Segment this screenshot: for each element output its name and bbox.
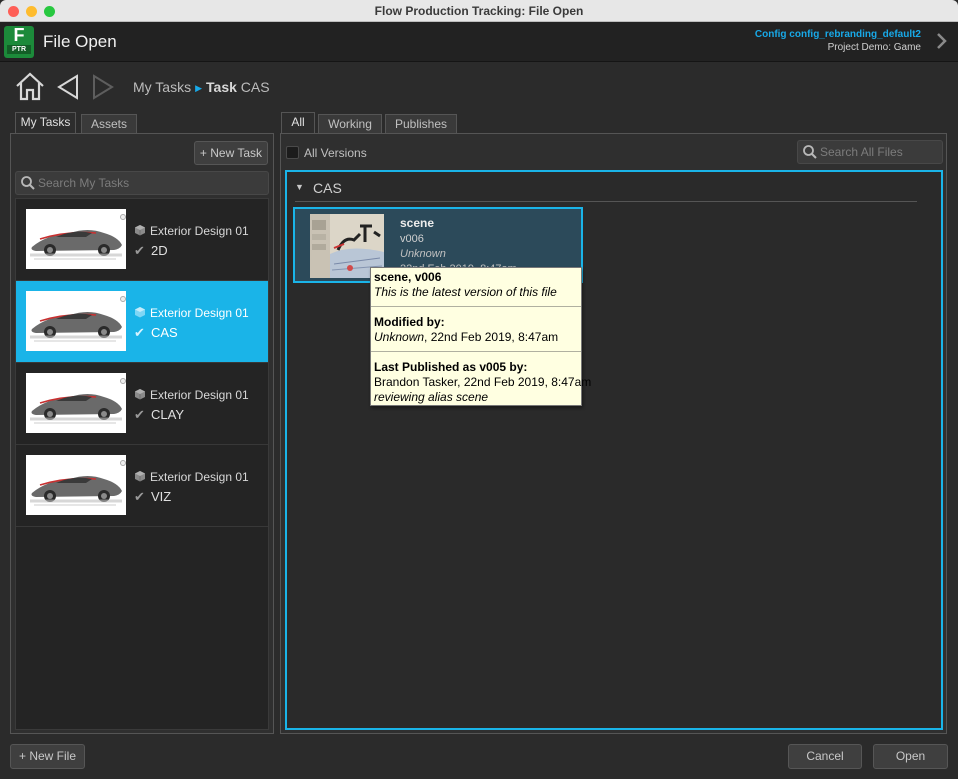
cube-icon [134,388,146,400]
task-name-label: VIZ [151,489,172,504]
file-version: v006 [400,233,424,245]
config-link[interactable]: Config config_rebranding_default2 [755,28,921,41]
new-task-button[interactable]: + New Task [194,141,268,165]
tasks-panel: + New Task Exterior Design 01✔2DExterior… [10,133,274,734]
task-name: ✔ VIZ [134,489,171,505]
forward-arrow-icon[interactable] [91,74,115,100]
tab-my-tasks[interactable]: My Tasks [15,112,76,134]
task-entity: Exterior Design 01 [134,388,249,402]
breadcrumb: My Tasks ▶ Task CAS [133,79,270,95]
cancel-button[interactable]: Cancel [788,744,862,769]
tab-all[interactable]: All [281,112,315,134]
file-user: Unknown [400,248,446,260]
task-item-clay[interactable]: Exterior Design 01 ✔ CLAY [16,363,268,445]
window-title: Flow Production Tracking: File Open [374,4,584,18]
all-versions-checkbox[interactable] [286,146,299,159]
tab-working[interactable]: Working [318,114,382,134]
config-info: Config config_rebranding_default2 Projec… [755,28,921,54]
open-button[interactable]: Open [873,744,948,769]
task-entity-label: Exterior Design 01 [150,470,249,484]
window-titlebar: Flow Production Tracking: File Open [0,0,958,22]
triangle-down-icon[interactable]: ▼ [295,182,304,192]
breadcrumb-separator-icon: ▶ [195,83,203,93]
checkmark-icon: ✔ [134,489,145,504]
tooltip-divider [371,306,581,307]
group-header: CAS [313,180,342,196]
breadcrumb-root[interactable]: My Tasks [133,79,191,95]
task-name-label: 2D [151,243,168,258]
logo-sub: PTR [7,45,31,54]
home-icon[interactable] [14,72,46,102]
task-entity-label: Exterior Design 01 [150,388,249,402]
tooltip-subtitle: This is the latest version of this file [374,285,557,299]
cube-icon [134,306,146,318]
task-name: ✔ CLAY [134,407,184,423]
search-icon [802,144,818,160]
task-name-label: CAS [151,325,178,340]
logo-letter: F [13,25,25,45]
status-dot-icon [120,460,126,466]
ptr-logo: F PTR [4,26,34,58]
project-name: Project Demo: Game [827,42,921,53]
file-view: ▼ CAS scene v006 Unknown [285,170,943,730]
status-dot-icon [120,296,126,302]
search-all-files[interactable] [797,140,943,164]
tooltip-title: scene, v006 [374,270,442,284]
checkmark-icon: ✔ [134,407,145,422]
cube-icon [134,224,146,236]
search-my-tasks[interactable] [15,171,269,195]
task-thumbnail [26,209,126,269]
task-thumbnail [26,373,126,433]
task-entity: Exterior Design 01 [134,224,249,238]
checkmark-icon: ✔ [134,243,145,258]
file-name: scene [400,216,435,230]
cube-icon [134,470,146,482]
search-my-tasks-input[interactable] [38,172,264,194]
tab-assets[interactable]: Assets [81,114,137,134]
status-dot-icon [120,214,126,220]
chevron-right-icon[interactable] [936,32,948,55]
tooltip-published-by: Brandon Tasker, 22nd Feb 2019, 8:47am [374,375,592,389]
status-dot-icon [120,378,126,384]
new-file-button[interactable]: + New File [10,744,85,769]
breadcrumb-current-type: Task [206,79,237,95]
task-name: ✔ CAS [134,325,178,341]
navigation-bar: My Tasks ▶ Task CAS [0,62,958,112]
task-name-label: CLAY [151,407,184,422]
task-item-viz[interactable]: Exterior Design 01 ✔ VIZ [16,445,268,527]
task-item-2d[interactable]: Exterior Design 01 ✔ 2D [16,199,268,281]
file-tooltip: scene, v006 This is the latest version o… [370,267,591,406]
tooltip-divider [371,351,581,352]
checkmark-icon: ✔ [134,325,145,340]
task-name: ✔ 2D [134,243,168,259]
task-entity-label: Exterior Design 01 [150,224,249,238]
tooltip-modified-label: Modified by: [374,315,445,329]
task-list: Exterior Design 01 ✔ 2D Exterior Design 01 ✔… [15,198,269,730]
all-versions-label: All Versions [304,146,367,160]
search-all-files-input[interactable] [820,141,938,163]
breadcrumb-current-name: CAS [240,79,270,95]
task-thumbnail [26,291,126,351]
tooltip-published-comment: reviewing alias scene [374,390,489,404]
tab-publishes[interactable]: Publishes [385,114,457,134]
app-title: File Open [43,32,117,51]
back-arrow-icon[interactable] [56,74,80,100]
task-item-cas[interactable]: Exterior Design 01 ✔ CAS [16,281,268,363]
task-thumbnail [26,455,126,515]
task-entity-label: Exterior Design 01 [150,306,249,320]
app-header: F PTR File Open Config config_rebranding… [0,22,958,62]
tooltip-modified-date: , 22nd Feb 2019, 8:47am [424,330,559,344]
task-entity: Exterior Design 01 [134,306,249,320]
tooltip-published-label: Last Published as v005 by: [374,360,528,374]
group-divider [295,201,917,202]
search-icon [20,175,36,191]
files-panel: All Versions ▼ CAS [280,133,947,734]
tooltip-modified-user: Unknown [374,330,425,344]
task-entity: Exterior Design 01 [134,470,249,484]
